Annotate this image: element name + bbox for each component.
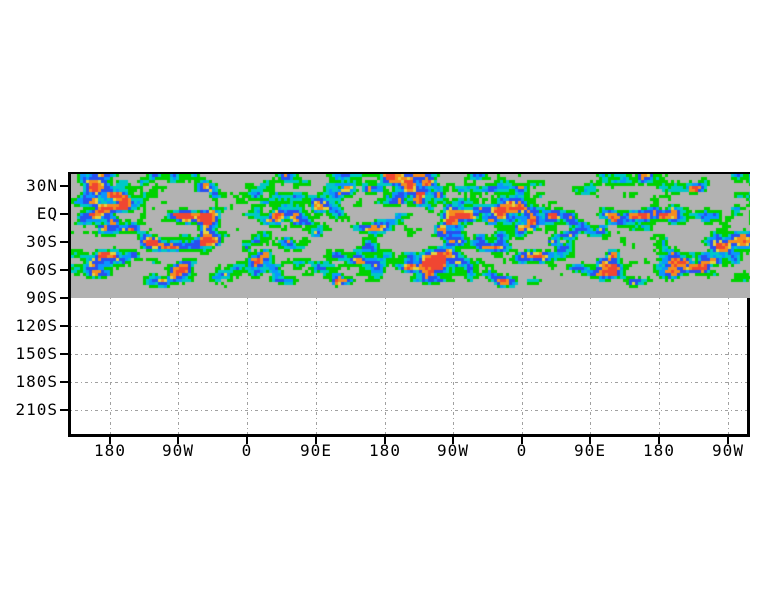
y-tick-label: 210S (15, 400, 58, 419)
y-tick (60, 241, 69, 243)
y-tick-label: 120S (15, 316, 58, 335)
y-tick (60, 325, 69, 327)
y-tick-label: EQ (36, 204, 58, 223)
y-tick-label: 150S (15, 344, 58, 363)
y-tick-label: 30N (26, 176, 58, 195)
y-tick (60, 353, 69, 355)
y-tick (60, 185, 69, 187)
gridlines-svg (71, 298, 747, 434)
y-tick (60, 297, 69, 299)
x-tick-label: 180 (369, 441, 401, 460)
y-tick (60, 381, 69, 383)
figure: 30N EQ 30S 60S 90S 120S 150S 180S 210S 1… (0, 0, 784, 612)
x-tick-label: 90E (300, 441, 332, 460)
x-tick-label: 180 (643, 441, 675, 460)
x-tick-label: 90W (437, 441, 469, 460)
y-tick-label: 90S (26, 288, 58, 307)
x-tick-label: 180 (94, 441, 126, 460)
x-tick-label: 90W (712, 441, 744, 460)
y-tick-label: 30S (26, 232, 58, 251)
x-tick-label: 0 (241, 441, 253, 460)
y-tick (60, 269, 69, 271)
x-tick-label: 90W (162, 441, 194, 460)
x-tick-label: 0 (516, 441, 528, 460)
y-tick-label: 180S (15, 372, 58, 391)
y-tick (60, 213, 69, 215)
x-tick-label: 90E (574, 441, 606, 460)
y-tick-label: 60S (26, 260, 58, 279)
y-tick (60, 409, 69, 411)
